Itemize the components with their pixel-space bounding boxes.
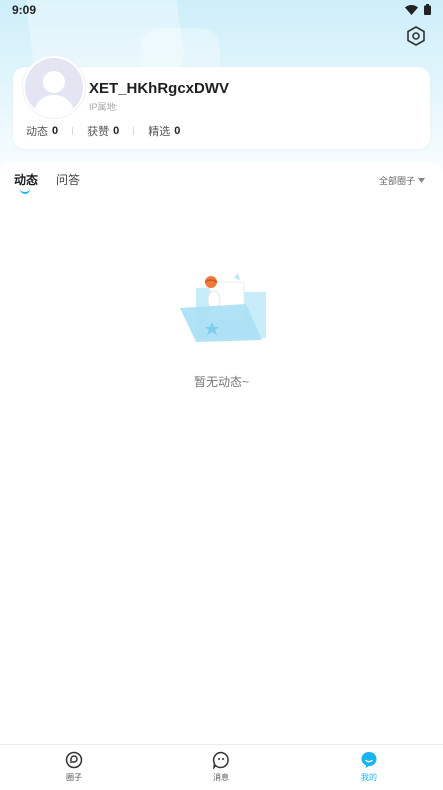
default-avatar-icon: [25, 58, 83, 116]
tab-qa[interactable]: 问答: [56, 171, 80, 188]
stat-value: 0: [52, 125, 59, 137]
caret-down-icon: [418, 178, 425, 183]
nav-mine[interactable]: 我的: [339, 751, 399, 783]
empty-folder-illustration: [180, 273, 266, 342]
divider: [72, 127, 74, 135]
stat-label: 获赞: [87, 126, 110, 138]
stat-value: 0: [174, 125, 181, 137]
divider: [133, 127, 135, 135]
stat-likes[interactable]: 获赞 0: [87, 123, 119, 139]
stat-label: 精选: [148, 126, 171, 138]
status-icons: [405, 4, 431, 15]
message-icon: [212, 751, 229, 769]
profile-icon: [361, 752, 377, 768]
settings-button[interactable]: [405, 25, 427, 47]
nav-label: 我的: [361, 773, 377, 782]
avatar[interactable]: [23, 56, 85, 118]
circle-icon: [65, 751, 83, 769]
status-time: 9:09: [12, 3, 37, 17]
filter-label: 全部圈子: [378, 176, 415, 186]
settings-icon: [407, 26, 425, 46]
nav-label: 圈子: [66, 773, 82, 782]
status-bar: 9:09: [0, 0, 443, 22]
content-sheet: [0, 162, 443, 744]
empty-state-text: 暂无动态~: [193, 375, 249, 389]
wifi-icon: [405, 4, 418, 15]
nav-messages[interactable]: 消息: [191, 751, 251, 783]
stat-featured[interactable]: 精选 0: [148, 123, 180, 139]
username: XET_HKhRgcxDWV: [89, 80, 230, 97]
bottom-navigation: 圈子 消息 我的: [0, 744, 443, 790]
battery-icon: [424, 4, 431, 15]
stat-value: 0: [113, 125, 120, 137]
circle-filter-dropdown[interactable]: 全部圈子: [379, 174, 425, 187]
profile-stats: 动态 0 获赞 0 精选 0: [26, 123, 180, 139]
stat-posts[interactable]: 动态 0: [26, 123, 58, 139]
nav-label: 消息: [213, 773, 229, 782]
ip-location: IP属地:: [89, 102, 119, 112]
nav-circle[interactable]: 圈子: [44, 751, 104, 783]
stat-label: 动态: [26, 126, 48, 138]
